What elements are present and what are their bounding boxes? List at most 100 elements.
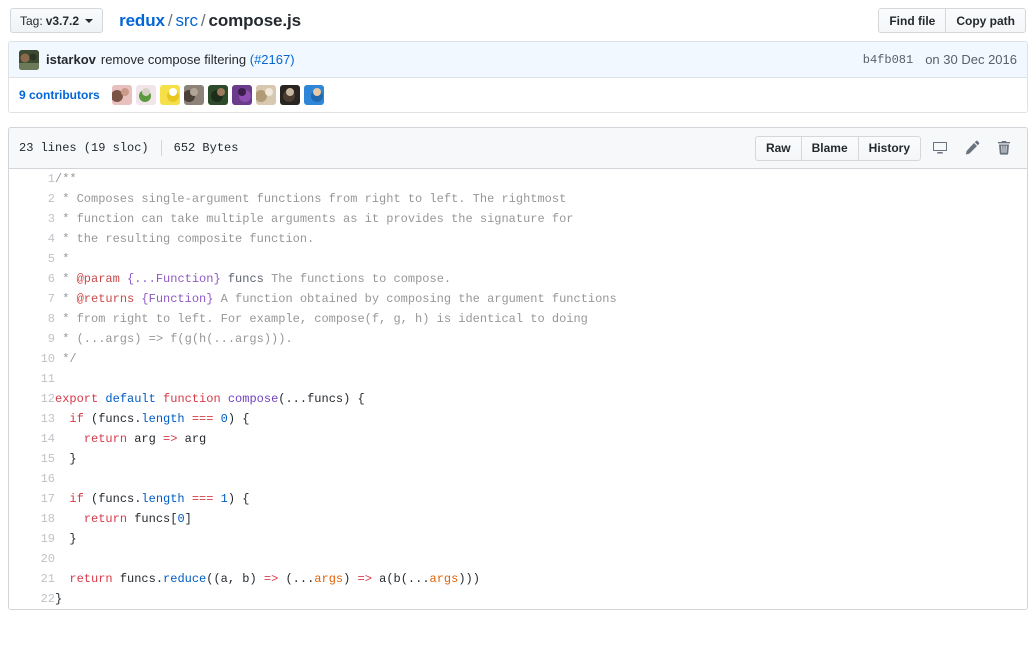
line-number[interactable]: 6 <box>9 269 55 289</box>
line-number[interactable]: 12 <box>9 389 55 409</box>
code-line: 2 * Composes single-argument functions f… <box>9 189 1027 209</box>
line-content: } <box>55 449 1027 469</box>
desktop-download-icon[interactable] <box>927 137 953 159</box>
line-number[interactable]: 11 <box>9 369 55 389</box>
line-number[interactable]: 14 <box>9 429 55 449</box>
pencil-icon[interactable] <box>959 137 985 159</box>
code-line: 15 } <box>9 449 1027 469</box>
code-token: => <box>263 572 279 586</box>
commit-pr-link[interactable]: (#2167) <box>250 52 295 67</box>
contributor-avatar-3[interactable] <box>159 85 180 105</box>
line-content: * the resulting composite function. <box>55 229 1027 249</box>
line-number[interactable]: 19 <box>9 529 55 549</box>
contributor-avatar-6[interactable] <box>231 85 252 105</box>
line-content <box>55 469 1027 489</box>
code-token: length <box>141 412 185 426</box>
copy-path-button[interactable]: Copy path <box>945 8 1026 33</box>
avatar-image <box>255 85 276 105</box>
line-number[interactable]: 7 <box>9 289 55 309</box>
code-token: 0 <box>220 412 228 426</box>
line-number[interactable]: 2 <box>9 189 55 209</box>
line-number[interactable]: 16 <box>9 469 55 489</box>
file-view-buttons: Raw Blame History <box>754 135 921 161</box>
breadcrumb-separator-2: / <box>200 10 206 30</box>
line-number[interactable]: 10 <box>9 349 55 369</box>
file-meta: 23 lines (19 sloc) 652 Bytes <box>19 140 238 156</box>
avatar-image <box>207 85 228 105</box>
code-token: * <box>55 292 77 306</box>
contributor-avatar-9[interactable] <box>303 85 324 105</box>
find-file-button[interactable]: Find file <box>878 8 946 33</box>
contributors-count-link[interactable]: 9 contributors <box>19 88 100 102</box>
code-token: funcs. <box>112 572 164 586</box>
line-number[interactable]: 20 <box>9 549 55 569</box>
line-number[interactable]: 5 <box>9 249 55 269</box>
line-number[interactable]: 17 <box>9 489 55 509</box>
code-token: === <box>191 492 214 506</box>
contributor-avatar-7[interactable] <box>255 85 276 105</box>
line-content: * function can take multiple arguments a… <box>55 209 1027 229</box>
line-number[interactable]: 4 <box>9 229 55 249</box>
line-content <box>55 369 1027 389</box>
code-line: 6 * @param {...Function} funcs The funct… <box>9 269 1027 289</box>
breadcrumb-dir-link[interactable]: src <box>175 11 197 30</box>
commit-meta: b4fb081 on 30 Dec 2016 <box>863 52 1017 67</box>
tag-select-label: Tag: <box>20 13 43 28</box>
code-token: ) { <box>227 412 250 426</box>
breadcrumb: redux / src / compose.js <box>119 11 301 31</box>
line-number[interactable]: 3 <box>9 209 55 229</box>
line-content: * @param {...Function} funcs The functio… <box>55 269 1027 289</box>
commit-author-name[interactable]: istarkov <box>46 52 96 67</box>
breadcrumb-repo-link[interactable]: redux <box>119 11 165 30</box>
contributor-avatar-2[interactable] <box>135 85 156 105</box>
file-header: 23 lines (19 sloc) 652 Bytes Raw Blame H… <box>9 128 1027 169</box>
line-content: } <box>55 529 1027 549</box>
line-number[interactable]: 18 <box>9 509 55 529</box>
line-content <box>55 549 1027 569</box>
line-content: * (...args) => f(g(h(...args))). <box>55 329 1027 349</box>
blame-button[interactable]: Blame <box>800 135 858 161</box>
contributor-avatar-1[interactable] <box>111 85 132 105</box>
code-token: /** <box>55 172 77 186</box>
contributors-row: 9 contributors <box>9 78 1027 112</box>
file-lines-info: 23 lines (19 sloc) <box>19 141 149 155</box>
code-token: if <box>69 412 84 426</box>
line-number[interactable]: 21 <box>9 569 55 589</box>
commit-author-avatar[interactable] <box>19 49 39 70</box>
code-token: The functions to compose. <box>263 272 452 286</box>
trashcan-icon[interactable] <box>991 137 1017 159</box>
raw-button[interactable]: Raw <box>754 135 801 161</box>
tag-select-button[interactable]: Tag: v3.7.2 <box>10 8 104 33</box>
history-button[interactable]: History <box>857 135 921 161</box>
line-content: if (funcs.length === 1) { <box>55 489 1027 509</box>
file-path-actions: Find file Copy path <box>878 8 1026 33</box>
line-number[interactable]: 22 <box>9 589 55 609</box>
code-token: arg <box>177 432 207 446</box>
line-number[interactable]: 9 <box>9 329 55 349</box>
contributor-avatar-5[interactable] <box>207 85 228 105</box>
line-content: return arg => arg <box>55 429 1027 449</box>
code-line: 16 <box>9 469 1027 489</box>
code-token: ) { <box>227 492 250 506</box>
code-token: } <box>55 532 77 546</box>
file-box: 23 lines (19 sloc) 652 Bytes Raw Blame H… <box>8 127 1028 610</box>
line-number[interactable]: 13 <box>9 409 55 429</box>
avatar-image <box>159 85 180 105</box>
commit-sha[interactable]: b4fb081 <box>863 53 913 67</box>
code-token: return <box>69 572 113 586</box>
file-meta-divider <box>160 140 162 156</box>
code-token: compose <box>227 392 279 406</box>
line-content: } <box>55 589 1027 609</box>
line-number[interactable]: 8 <box>9 309 55 329</box>
line-number[interactable]: 1 <box>9 169 55 189</box>
code-line: 4 * the resulting composite function. <box>9 229 1027 249</box>
contributor-avatar-4[interactable] <box>183 85 204 105</box>
line-number[interactable]: 15 <box>9 449 55 469</box>
contributor-avatar-8[interactable] <box>279 85 300 105</box>
